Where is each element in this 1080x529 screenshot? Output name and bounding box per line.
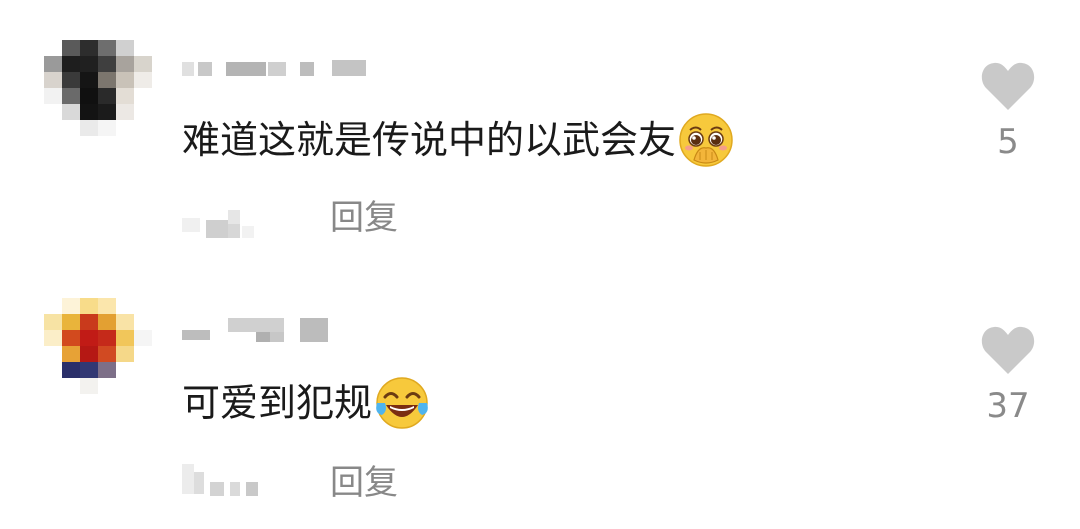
username[interactable] <box>182 60 372 80</box>
pleading-face-emoji <box>678 112 734 168</box>
laughing-tears-emoji <box>374 375 430 431</box>
comment-text: 可爱到犯规 <box>182 375 430 431</box>
reply-button[interactable]: 回复 <box>330 198 398 238</box>
comment-item <box>0 264 1080 528</box>
like-count: 5 <box>997 122 1019 162</box>
reply-button[interactable]: 回复 <box>330 463 398 503</box>
username[interactable] <box>182 318 332 342</box>
heart-icon[interactable] <box>968 60 1048 112</box>
comment-text-content: 可爱到犯规 <box>182 381 373 425</box>
timestamp <box>182 206 292 242</box>
comment-item: 难道这就是传说中的以武会友 回复 5 <box>0 0 1080 264</box>
comment-text: 难道这就是传说中的以武会友 <box>182 112 734 168</box>
heart-icon[interactable] <box>968 324 1048 376</box>
like-button[interactable]: 37 <box>968 324 1048 428</box>
timestamp <box>182 464 292 500</box>
comment-text-content: 难道这就是传说中的以武会友 <box>182 118 677 162</box>
avatar[interactable] <box>44 40 152 136</box>
like-button[interactable]: 5 <box>968 60 1048 164</box>
like-count: 37 <box>986 386 1030 426</box>
avatar[interactable] <box>44 298 152 394</box>
